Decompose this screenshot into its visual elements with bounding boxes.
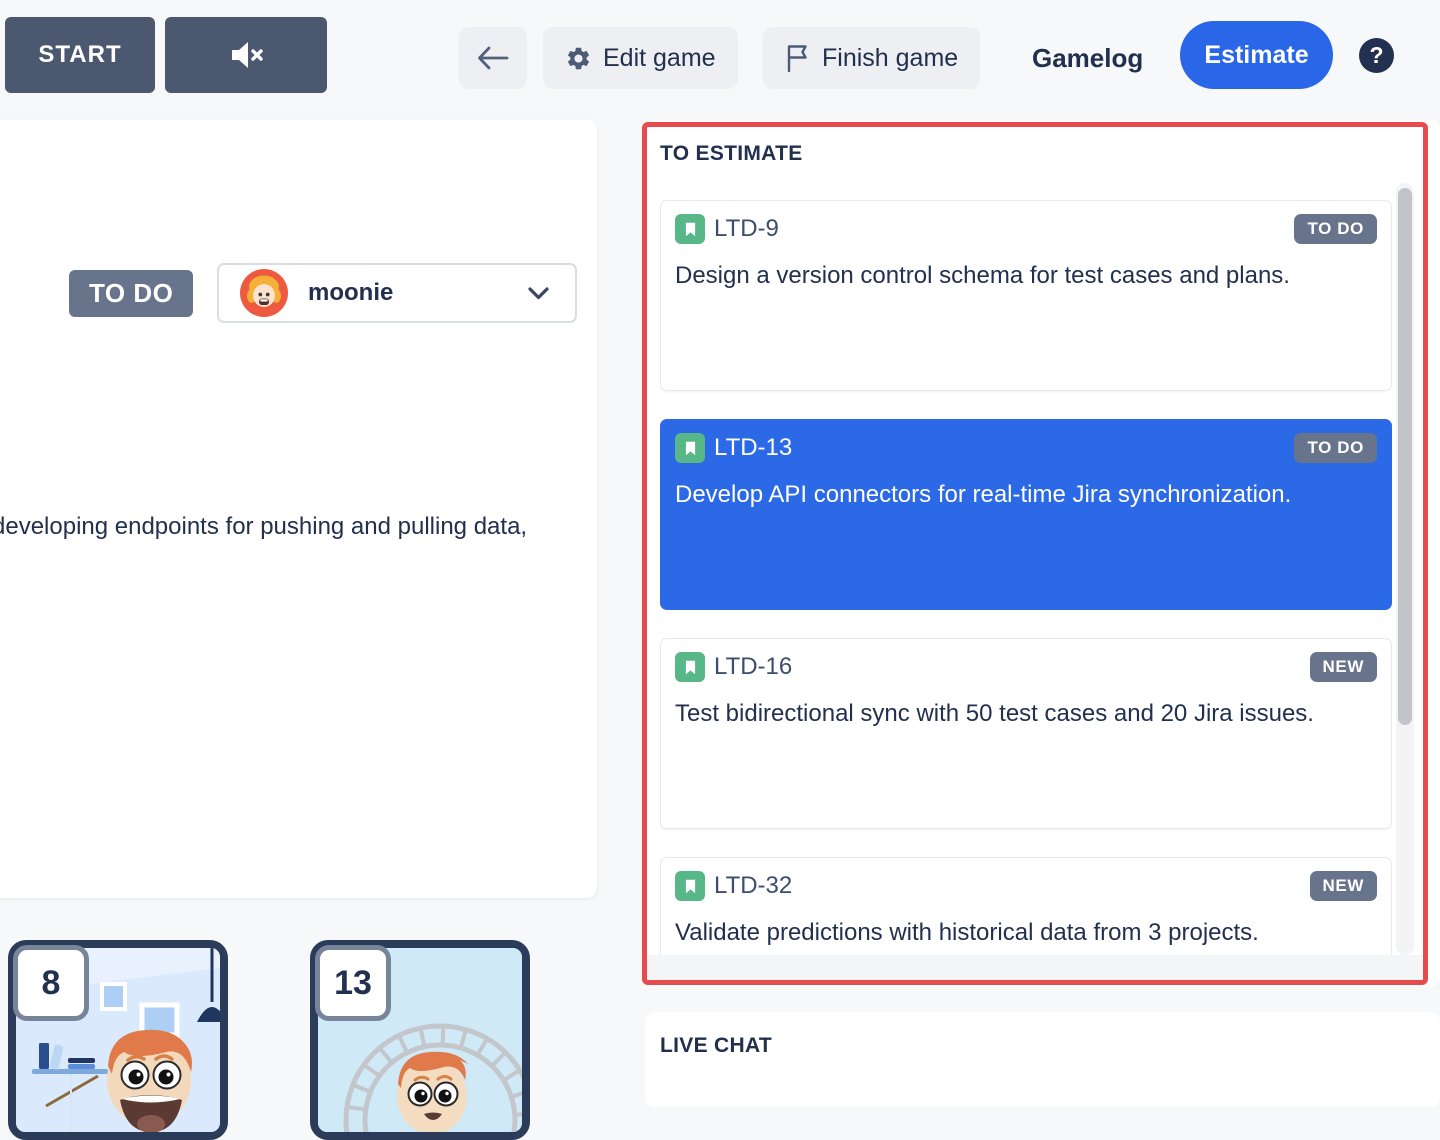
estimate-panel-footer xyxy=(647,955,1423,980)
arrow-left-icon xyxy=(476,45,510,71)
issue-status-badge: NEW xyxy=(1310,871,1377,901)
edit-game-label: Edit game xyxy=(603,44,716,73)
poker-card-13[interactable]: 13 xyxy=(310,940,530,1140)
issue-status-badge: TO DO xyxy=(1294,433,1377,463)
bookmark-icon xyxy=(675,433,705,463)
start-button[interactable]: START xyxy=(5,17,155,93)
mute-button[interactable] xyxy=(165,17,327,93)
scrollbar-thumb[interactable] xyxy=(1398,188,1412,725)
card-value-badge: 8 xyxy=(13,945,89,1021)
edit-game-button[interactable]: Edit game xyxy=(543,27,738,89)
avatar-moonie xyxy=(240,269,288,317)
story-status-badge: TO DO xyxy=(69,270,193,317)
poker-card-8[interactable]: 8 xyxy=(8,940,228,1140)
issue-key: LTD-9 xyxy=(714,215,779,243)
estimate-item-card[interactable]: LTD-9 TO DO Design a version control sch… xyxy=(660,200,1392,391)
issue-key: LTD-16 xyxy=(714,653,792,681)
estimate-item-card[interactable]: LTD-16 NEW Test bidirectional sync with … xyxy=(660,638,1392,829)
gear-icon xyxy=(565,45,592,72)
finish-game-label: Finish game xyxy=(822,44,958,73)
estimate-panel: TO ESTIMATE LTD-9 TO DO Design a version… xyxy=(642,122,1428,985)
issue-status-badge: NEW xyxy=(1310,652,1377,682)
issue-description: Test bidirectional sync with 50 test cas… xyxy=(675,694,1377,734)
bookmark-icon xyxy=(675,652,705,682)
issue-description: Validate predictions with historical dat… xyxy=(675,913,1377,953)
chat-panel-title: LIVE CHAT xyxy=(660,1034,772,1058)
estimate-list[interactable]: LTD-9 TO DO Design a version control sch… xyxy=(660,183,1392,955)
issue-key: LTD-13 xyxy=(714,434,792,462)
chevron-down-icon xyxy=(528,287,549,300)
card-value-badge: 13 xyxy=(315,945,391,1021)
question-mark-icon: ? xyxy=(1369,42,1383,69)
story-panel: TO DO moonie developing endpoints for pu… xyxy=(0,120,597,898)
bookmark-icon xyxy=(675,871,705,901)
back-button[interactable] xyxy=(459,27,527,89)
estimate-panel-title: TO ESTIMATE xyxy=(660,142,803,166)
gamelog-link[interactable]: Gamelog xyxy=(1032,27,1143,89)
help-button[interactable]: ? xyxy=(1359,38,1394,73)
finish-game-button[interactable]: Finish game xyxy=(763,27,980,89)
flag-icon xyxy=(785,44,811,72)
story-description: developing endpoints for pushing and pul… xyxy=(0,513,612,541)
issue-status-badge: TO DO xyxy=(1294,214,1377,244)
muted-speaker-icon xyxy=(226,39,266,71)
issue-description: Develop API connectors for real-time Jir… xyxy=(675,475,1377,515)
estimate-item-card[interactable]: LTD-32 NEW Validate predictions with his… xyxy=(660,857,1392,955)
player-name: moonie xyxy=(308,279,393,307)
bookmark-icon xyxy=(675,214,705,244)
issue-key: LTD-32 xyxy=(714,872,792,900)
player-dropdown[interactable]: moonie xyxy=(217,263,577,323)
chat-panel: LIVE CHAT xyxy=(645,1012,1440,1107)
issue-description: Design a version control schema for test… xyxy=(675,256,1377,296)
estimate-button[interactable]: Estimate xyxy=(1180,21,1333,89)
estimate-item-card[interactable]: LTD-13 TO DO Develop API connectors for … xyxy=(660,419,1392,610)
